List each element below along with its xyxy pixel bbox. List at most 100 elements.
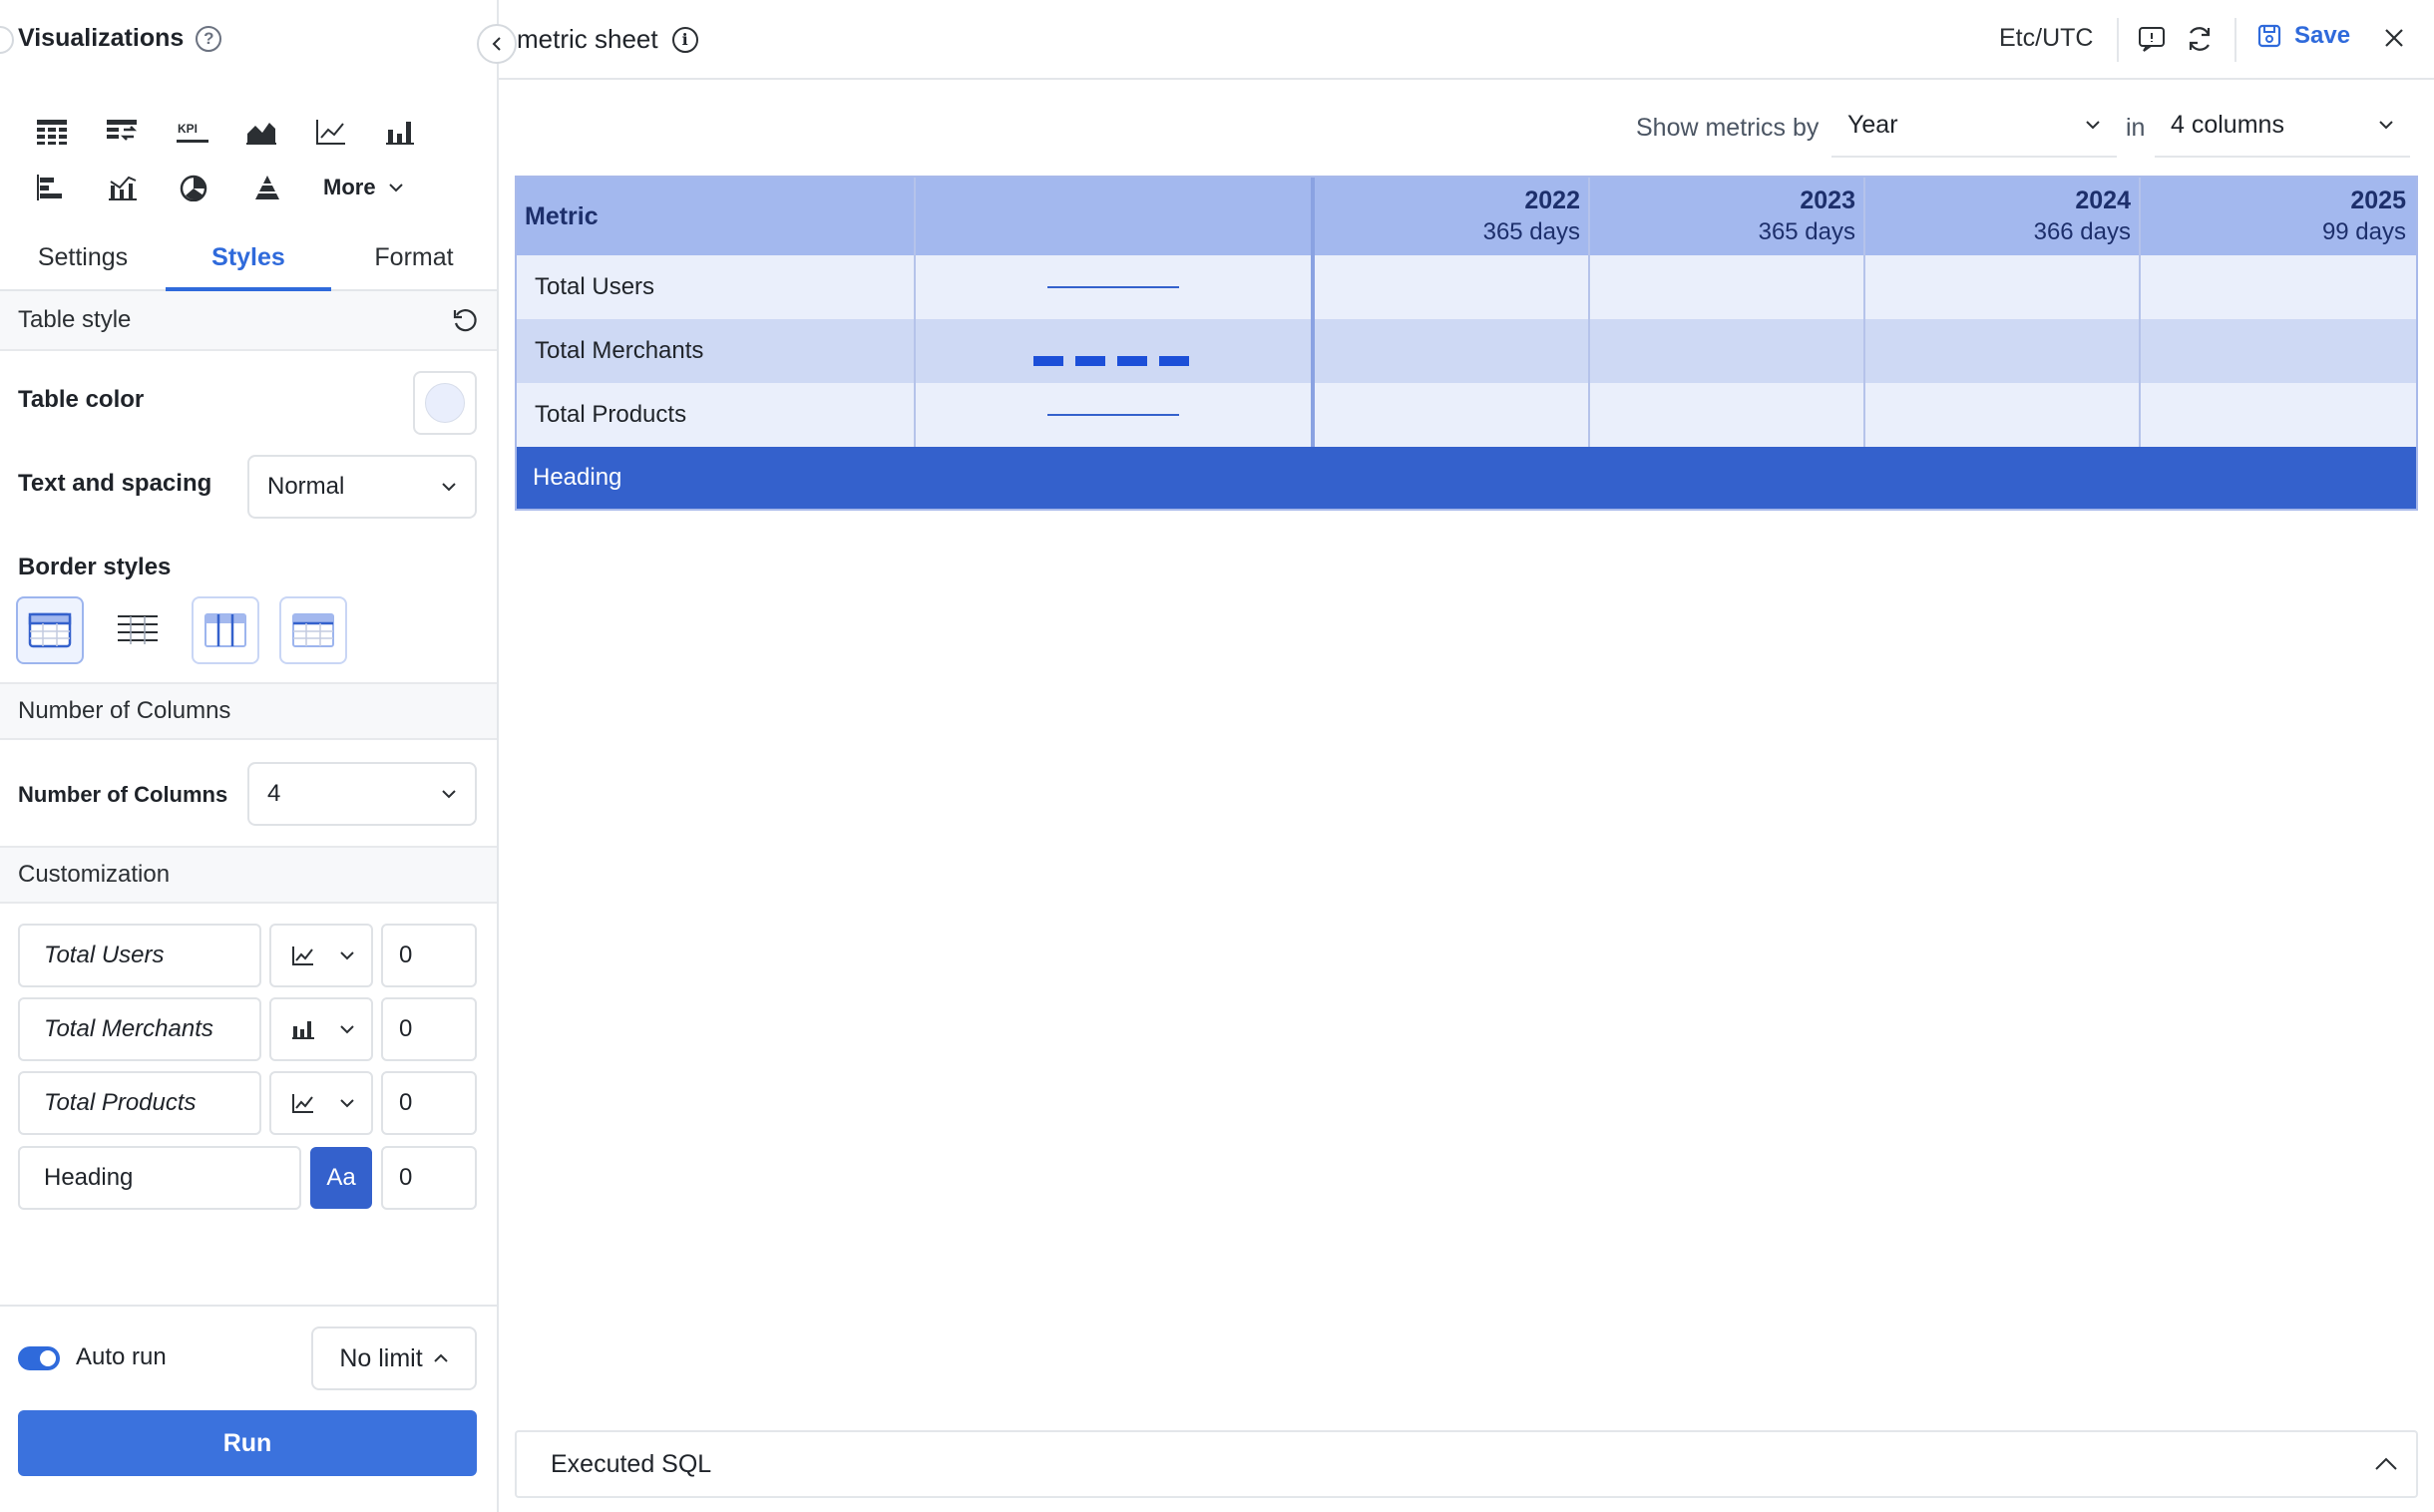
custom-row-type-select[interactable] (269, 997, 373, 1061)
columns-label: Number of Columns (18, 782, 228, 807)
year-column-header: 2025 99 days (2141, 178, 2414, 255)
text-spacing-value: Normal (267, 473, 345, 500)
timezone-label[interactable]: Etc/UTC (1999, 24, 2093, 53)
value-cell (1590, 319, 1865, 383)
tab-settings[interactable]: Settings (0, 225, 166, 289)
columns-count-value: 4 columns (2171, 110, 2284, 139)
chevron-down-icon (340, 951, 354, 960)
table-row[interactable]: Total Products (517, 383, 2416, 447)
custom-row-value[interactable]: 0 (381, 997, 477, 1061)
panel-edge-handle[interactable] (0, 26, 14, 54)
year-label: 2023 (1800, 187, 1855, 214)
days-label: 99 days (2321, 218, 2406, 245)
custom-row-type-select[interactable] (269, 1071, 373, 1135)
row-limit-select[interactable]: No limit (311, 1326, 477, 1390)
comment-icon[interactable] (2135, 22, 2169, 56)
chevron-down-icon (442, 790, 456, 799)
section-title: Customization (18, 861, 171, 888)
custom-row-value[interactable]: 0 (381, 1146, 477, 1210)
tab-format[interactable]: Format (331, 225, 497, 289)
year-label: 2025 (2350, 187, 2406, 214)
columns-value: 4 (267, 780, 281, 807)
chevron-down-icon (2379, 121, 2393, 130)
save-label: Save (2294, 22, 2351, 49)
bar-chart-icon (292, 1021, 314, 1039)
chevron-up-icon (433, 1353, 448, 1362)
refresh-icon[interactable] (2183, 22, 2217, 56)
sheet-title: metric sheet i (517, 24, 698, 55)
period-select[interactable]: Year (1831, 94, 2117, 158)
days-label: 365 days (1758, 218, 1855, 245)
custom-row-value[interactable]: 0 (381, 924, 477, 987)
text-spacing-select[interactable]: Normal (247, 455, 477, 519)
border-style-header[interactable] (279, 596, 347, 664)
pie-chart-icon[interactable] (180, 164, 251, 211)
table-row[interactable]: Total Merchants (517, 319, 2416, 383)
value-cell (1865, 255, 2141, 319)
save-icon (2257, 24, 2281, 48)
border-style-outline[interactable] (16, 596, 84, 664)
value-cell (1315, 255, 1590, 319)
value-cell (1590, 255, 1865, 319)
text-spacing-label: Text and spacing (18, 470, 212, 497)
table-rows-icon (118, 615, 158, 644)
columns-select[interactable]: 4 (247, 762, 477, 826)
table-color-picker[interactable] (413, 371, 477, 435)
border-style-columns[interactable] (192, 596, 259, 664)
border-style-rows[interactable] (104, 596, 172, 664)
columns-count-select[interactable]: 4 columns (2155, 94, 2410, 158)
chevron-down-icon (340, 1025, 354, 1034)
custom-row-name[interactable]: Heading (18, 1146, 301, 1210)
more-chart-types-button[interactable]: More (323, 175, 404, 200)
heading-format-button[interactable]: Aa (310, 1147, 372, 1209)
custom-row-type-select[interactable] (269, 924, 373, 987)
section-title: Number of Columns (18, 697, 231, 724)
bar-chart-icon[interactable] (385, 108, 455, 156)
value-cell (1590, 383, 1865, 447)
horizontal-bar-icon[interactable] (36, 164, 108, 211)
area-chart-icon[interactable] (245, 108, 315, 156)
custom-row-value[interactable]: 0 (381, 1071, 477, 1135)
executed-sql-panel[interactable]: Executed SQL (515, 1430, 2418, 1498)
panel-title: Visualizations ? (18, 24, 222, 53)
visualization-panel: Visualizations ? KPI More Settings Style… (0, 0, 499, 1512)
value-cell (1315, 319, 1590, 383)
kpi-icon[interactable]: KPI (176, 108, 245, 156)
sparkline-bars (1033, 356, 1189, 366)
executed-sql-label: Executed SQL (551, 1449, 712, 1478)
table-row[interactable]: Total Users (517, 255, 2416, 319)
tab-styles[interactable]: Styles (166, 225, 331, 291)
year-label: 2024 (2075, 187, 2131, 214)
table-header-icon (292, 613, 334, 647)
funnel-chart-icon[interactable] (251, 164, 323, 211)
run-button[interactable]: Run (18, 1410, 477, 1476)
days-label: 365 days (1482, 218, 1580, 245)
columns-section: Number of Columns (0, 682, 497, 740)
question-circle-icon[interactable]: ? (196, 25, 222, 52)
value-cell (1865, 383, 2141, 447)
table-icon[interactable] (36, 108, 106, 156)
pivot-table-icon[interactable] (106, 108, 176, 156)
more-label: More (323, 175, 376, 199)
metric-table: Metric 2022 365 days 2023 365 days 2024 … (515, 176, 2418, 511)
combo-chart-icon[interactable] (108, 164, 180, 211)
color-swatch (425, 383, 465, 423)
custom-row-name[interactable]: Total Merchants (18, 997, 261, 1061)
chevron-down-icon (340, 1099, 354, 1108)
close-icon[interactable] (2378, 22, 2410, 54)
chevron-down-icon (442, 483, 456, 492)
sheet-title-text[interactable]: metric sheet (517, 24, 658, 55)
line-chart-icon (292, 946, 313, 965)
sparkline-column-header (916, 178, 1315, 255)
reset-icon[interactable] (451, 306, 479, 334)
line-chart-icon[interactable] (315, 108, 385, 156)
heading-row[interactable]: Heading (517, 447, 2416, 509)
custom-row-name[interactable]: Total Users (18, 924, 261, 987)
save-button[interactable]: Save (2256, 22, 2350, 50)
info-icon[interactable]: i (671, 26, 698, 53)
period-value: Year (1847, 110, 1898, 139)
collapse-panel-button[interactable] (477, 24, 517, 64)
custom-row-name[interactable]: Total Products (18, 1071, 261, 1135)
metric-name: Total Users (517, 255, 916, 319)
auto-run-toggle[interactable] (18, 1346, 60, 1370)
